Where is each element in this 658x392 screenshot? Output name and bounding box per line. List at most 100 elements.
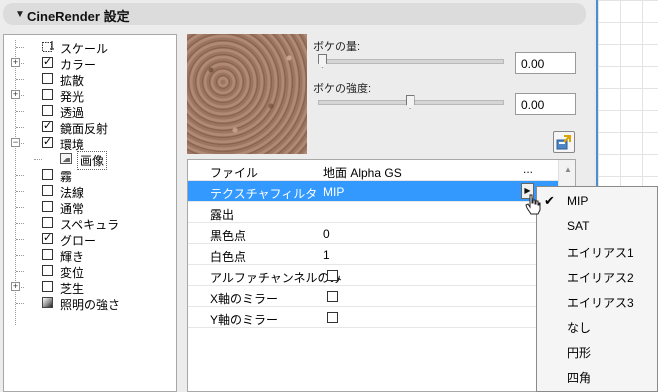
bokeh-amount-slider[interactable] [318, 59, 504, 64]
property-row[interactable]: Y軸のミラー [188, 307, 575, 328]
property-value[interactable]: 1 [323, 248, 330, 262]
bokeh-strength-slider-thumb[interactable] [405, 95, 415, 109]
bokeh-strength-field[interactable]: 0.00 [515, 93, 576, 115]
tree-checkbox[interactable] [42, 169, 53, 180]
tree-item[interactable]: + 発光 [4, 87, 176, 104]
collapse-triangle-icon[interactable]: ▼ [15, 9, 25, 20]
menu-item[interactable]: 四角 [537, 364, 657, 389]
tree-guide-line [16, 303, 24, 304]
tree-checkbox[interactable] [42, 105, 53, 116]
tree-item[interactable]: ✓ グロー [4, 231, 176, 248]
property-name: 黒色点 [210, 229, 247, 243]
tree-guide-line [16, 255, 24, 256]
bokeh-amount-field[interactable]: 0.00 [515, 52, 576, 74]
property-name: 露出 [210, 208, 235, 222]
menu-item-label: 円形 [567, 346, 592, 360]
tree-item[interactable]: 輝き [4, 247, 176, 264]
tree-item[interactable]: 照明の強さ [4, 295, 176, 312]
tree-item[interactable]: スペキュラ [4, 215, 176, 232]
tree-guide-line [34, 159, 42, 160]
property-row[interactable]: アルファチャンネルのみ [188, 265, 575, 286]
property-name: 白色点 [210, 250, 247, 264]
property-value[interactable]: 0 [323, 227, 330, 241]
property-value[interactable]: 地面 Alpha GS [323, 164, 402, 181]
image-icon [60, 153, 72, 164]
menu-item[interactable]: SAT [537, 214, 657, 239]
menu-item-label: なし [567, 321, 592, 335]
hand-cursor-icon [525, 194, 541, 215]
menu-item[interactable]: エイリアス2 [537, 264, 657, 289]
tree-checkbox[interactable]: ✓ [42, 233, 53, 244]
property-row[interactable]: 黒色点 0 [188, 223, 575, 244]
tree-checkbox[interactable]: ✓ [42, 137, 53, 148]
tree-item[interactable]: − ✓ 環境 [4, 135, 176, 152]
property-list: ファイル 地面 Alpha GS... テクスチャフィルタ MIP ▶ 露出 黒色点 0 白色点… [187, 159, 576, 392]
menu-item[interactable]: なし [537, 314, 657, 339]
tree-item[interactable]: 透過 [4, 103, 176, 120]
bokeh-amount-label: ボケの量: [313, 41, 361, 53]
texture-filter-menu: ✔ MIP SAT エイリアス1 エイリアス2 エイリアス3 なし円形四角 [536, 186, 658, 392]
property-checkbox[interactable] [327, 270, 338, 281]
tree-checkbox[interactable] [42, 217, 53, 228]
menu-item[interactable]: エイリアス3 [537, 289, 657, 314]
browse-file-button[interactable]: ... [523, 162, 533, 176]
property-checkbox[interactable] [327, 291, 338, 302]
tree-guide-line [16, 239, 24, 240]
menu-item[interactable]: 円形 [537, 339, 657, 364]
property-name: Y軸のミラー [210, 313, 279, 327]
property-row[interactable]: ファイル 地面 Alpha GS... [188, 160, 575, 181]
scroll-up-icon[interactable]: ▲ [564, 165, 572, 174]
tree-guide-line [16, 111, 24, 112]
tree-item[interactable]: スケール [4, 39, 176, 56]
tree-checkbox[interactable] [42, 249, 53, 260]
light-intensity-icon [42, 297, 53, 308]
property-row[interactable]: 白色点 1 [188, 244, 575, 265]
property-checkbox[interactable] [327, 312, 338, 323]
tree-checkbox[interactable] [42, 185, 53, 196]
property-name: X軸のミラー [210, 292, 279, 306]
tree-guide-line [16, 127, 24, 128]
collapse-icon[interactable]: − [11, 138, 20, 147]
channel-tree: スケール + ✓ カラー 拡散 + 発光 透過 ✓ 鏡面反射 − ✓ 環境 画像霧法線 通常 スペキュラ ✓ グロ… [3, 34, 177, 392]
expand-icon[interactable]: + [11, 58, 20, 67]
property-row[interactable]: X軸のミラー [188, 286, 575, 307]
tree-checkbox[interactable]: ✓ [42, 121, 53, 132]
expand-icon[interactable]: + [11, 90, 20, 99]
tree-checkbox[interactable] [42, 281, 53, 292]
property-name: ファイル [210, 166, 259, 180]
expand-icon[interactable]: + [11, 282, 20, 291]
menu-item[interactable]: エイリアス1 [537, 239, 657, 264]
tree-item[interactable]: 拡散 [4, 71, 176, 88]
menu-item-label: エイリアス3 [567, 296, 634, 310]
property-row[interactable]: 露出 [188, 202, 575, 223]
tree-checkbox[interactable]: ✓ [42, 57, 53, 68]
export-button[interactable] [553, 131, 575, 153]
canvas-grid[interactable] [596, 0, 658, 186]
menu-item[interactable]: ✔ MIP [537, 189, 657, 214]
tree-checkbox[interactable] [42, 73, 53, 84]
tree-item[interactable]: 霧 [4, 167, 176, 184]
tree-item[interactable]: ✓ 鏡面反射 [4, 119, 176, 136]
export-icon [556, 135, 571, 150]
bokeh-strength-label: ボケの強度: [313, 83, 372, 95]
tree-checkbox[interactable] [42, 89, 53, 100]
tree-checkbox[interactable] [42, 265, 53, 276]
property-row[interactable]: テクスチャフィルタ MIP ▶ [188, 181, 575, 202]
tree-item[interactable]: 法線 [4, 183, 176, 200]
tree-checkbox[interactable] [42, 201, 53, 212]
bokeh-amount-slider-thumb[interactable] [318, 54, 327, 68]
tree-guide-line [16, 271, 24, 272]
menu-item-label: エイリアス1 [567, 246, 634, 260]
section-header[interactable]: ▼ CineRender 設定 [3, 3, 586, 25]
tree-item[interactable]: + 芝生 [4, 279, 176, 296]
tree-guide-line [16, 175, 24, 176]
tree-guide-line [16, 207, 24, 208]
property-value[interactable]: MIP [323, 185, 344, 199]
tree-item[interactable]: 画像 [4, 151, 176, 170]
property-name: テクスチャフィルタ [210, 187, 318, 201]
tree-guide-line [16, 47, 24, 48]
tree-item[interactable]: + ✓ カラー [4, 55, 176, 72]
section-title: CineRender 設定 [27, 9, 130, 24]
tree-item[interactable]: 通常 [4, 199, 176, 216]
tree-item[interactable]: 変位 [4, 263, 176, 280]
